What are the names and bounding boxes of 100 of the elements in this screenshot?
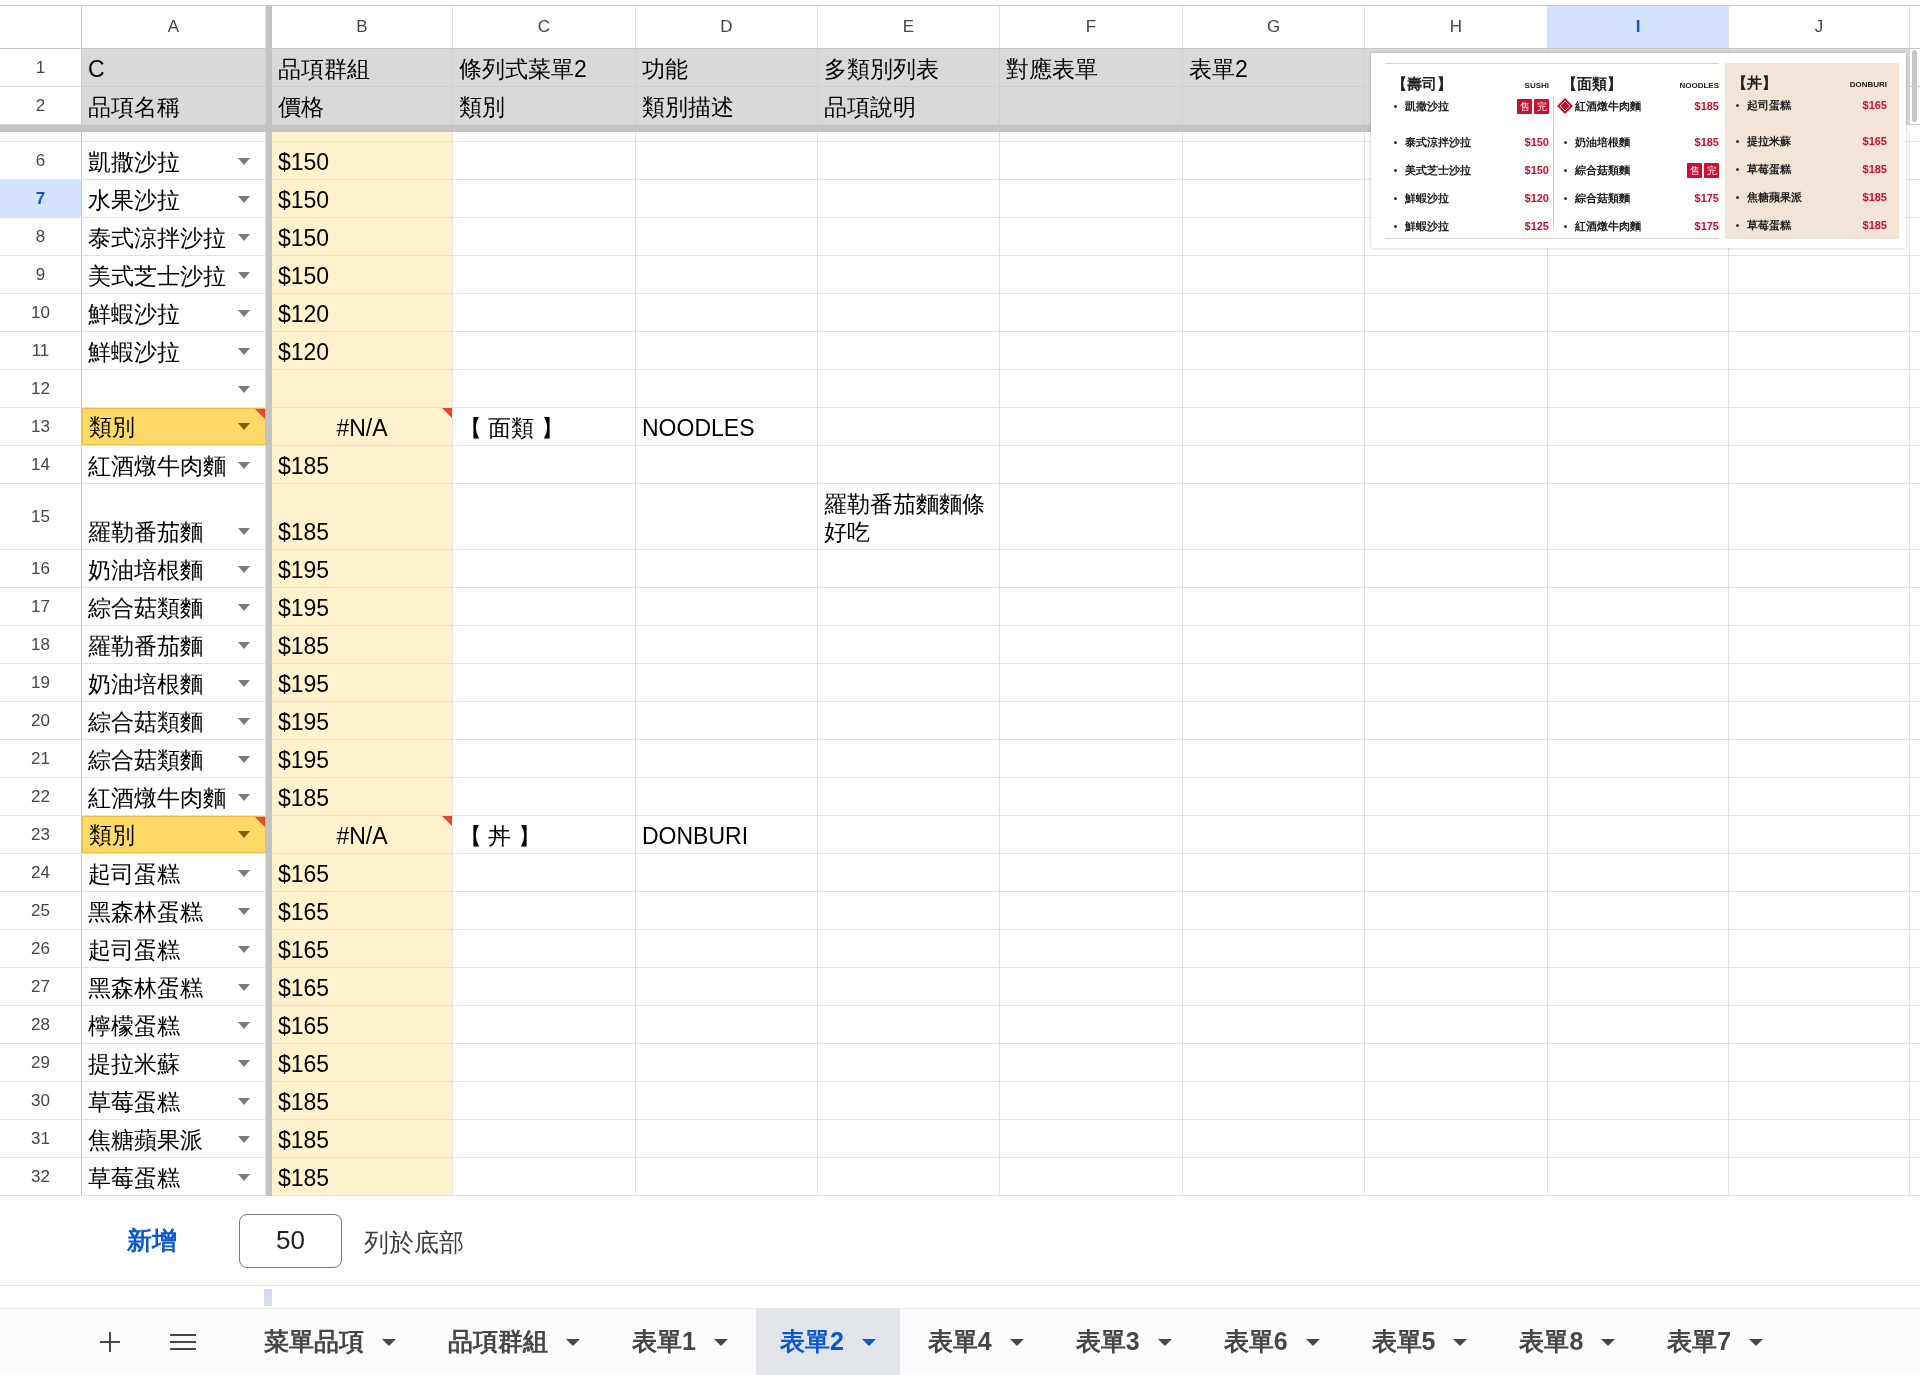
sheet-tab[interactable]: 表單2: [755, 1309, 900, 1375]
sheet-cell: $195: [272, 702, 453, 739]
row-count-field[interactable]: 50: [239, 1213, 342, 1268]
menu-item-price: $120: [1524, 190, 1549, 206]
scrollbar-thumb[interactable]: [1912, 50, 1917, 122]
sheet-cell: $165: [272, 1044, 453, 1081]
menu-item-price: $150: [1524, 162, 1549, 178]
menu-item-name: 鮮蝦沙拉: [1405, 190, 1449, 206]
sold-out-tag: 完: [1534, 98, 1549, 114]
sheet-cell: $165: [272, 892, 453, 929]
caret-icon: [1305, 1338, 1320, 1346]
section-title: 【壽司】: [1392, 73, 1452, 94]
cell-text: #N/A: [336, 414, 388, 442]
sheet-cell: $185: [272, 626, 453, 663]
bullet-icon: [1736, 223, 1739, 227]
sheet-cell: $195: [272, 740, 453, 777]
menu-item-name: 奶油培根麵: [1575, 134, 1630, 150]
caret-icon: [1749, 1338, 1764, 1346]
caret-icon: [238, 718, 250, 725]
sheet-tab[interactable]: 表單8: [1495, 1309, 1640, 1375]
menu-item-price: $185: [1862, 189, 1887, 205]
sheet-cell: $150: [272, 180, 453, 217]
sheet-tab[interactable]: 表單4: [903, 1309, 1048, 1375]
sheet-tab[interactable]: 表單5: [1347, 1309, 1492, 1375]
sheet-tab[interactable]: 表單7: [1643, 1309, 1788, 1375]
header-cell: 功能: [636, 49, 818, 86]
sheet-cell: $165: [272, 1006, 453, 1043]
header-cell: 表單2: [1183, 49, 1365, 86]
menu-item-name: 凱撒沙拉: [1405, 98, 1449, 114]
caret-icon: [238, 310, 250, 317]
caret-icon: [238, 272, 250, 279]
caret-icon: [238, 794, 250, 801]
sheet-cell: $165: [272, 968, 453, 1005]
caret-icon: [713, 1338, 728, 1346]
sheet-tab[interactable]: 品項群組: [424, 1309, 604, 1375]
caret-icon: [238, 1098, 250, 1105]
freeze-bar[interactable]: [272, 125, 1371, 132]
caret-icon: [238, 908, 250, 915]
sheet-tab[interactable]: 表單3: [1051, 1309, 1196, 1375]
caret-icon: [238, 1136, 250, 1143]
bullet-icon: [1736, 195, 1739, 199]
section-subtitle: NOODLES: [1679, 80, 1719, 92]
freeze-bar[interactable]: [0, 125, 266, 132]
header-cell: C: [82, 49, 266, 86]
sheet-tab[interactable]: 表單1: [608, 1309, 752, 1375]
column-header[interactable]: I: [1548, 6, 1729, 48]
menu-item-price: $165: [1862, 133, 1887, 149]
scrollbar-thumb[interactable]: [264, 1288, 272, 1306]
dropdown-cell[interactable]: 類別: [82, 408, 266, 445]
sheet-cell: $185: [272, 1082, 453, 1119]
caret-icon: [238, 1022, 250, 1029]
sheet-tab[interactable]: 表單6: [1199, 1309, 1344, 1375]
caret-icon: [238, 870, 250, 877]
bullet-icon: [1394, 104, 1397, 108]
caret-icon: [238, 528, 250, 535]
sheet-cell: $195: [272, 664, 453, 701]
caret-icon: [238, 234, 250, 241]
freeze-bar[interactable]: [266, 6, 272, 1196]
sheet-cell: $150: [272, 142, 453, 179]
bullet-icon: [1564, 168, 1567, 172]
caret-icon: [238, 946, 250, 953]
add-button[interactable]: 新增: [110, 1216, 194, 1265]
bullet-icon: [1736, 139, 1739, 143]
add-rows-label: 列於底部: [364, 1226, 464, 1258]
sheet-cell: DONBURI: [636, 816, 818, 853]
sheet-cell: $185: [272, 778, 453, 815]
caret-icon: [238, 1174, 250, 1181]
section-subtitle: DONBURI: [1849, 79, 1887, 91]
menu-icon[interactable]: [170, 1333, 196, 1351]
caret-icon: [238, 831, 250, 838]
caret-icon: [1453, 1338, 1468, 1346]
sheet-tab[interactable]: 菜單品項: [240, 1309, 420, 1375]
sheet-cell: 【 丼 】: [453, 816, 636, 853]
diamond-icon: [1557, 98, 1573, 114]
caret-icon: [238, 756, 250, 763]
menu-item-name: 草莓蛋糕: [1747, 161, 1791, 177]
caret-icon: [566, 1338, 580, 1346]
menu-item-price: $175: [1694, 190, 1719, 206]
caret-icon: [238, 386, 250, 393]
menu-item-name: 泰式涼拌沙拉: [1405, 134, 1471, 150]
caret-icon: [238, 680, 250, 687]
header-cell: 類別描述: [636, 87, 818, 124]
row-header[interactable]: 7: [0, 180, 82, 217]
menu-item-name: 美式芝士沙拉: [1405, 162, 1471, 178]
header-cell: 品項名稱: [82, 87, 266, 124]
sheet-cell: $150: [272, 218, 453, 255]
header-cell: 品項說明: [818, 87, 1000, 124]
menu-item-price: $185: [1694, 134, 1719, 150]
dropdown-cell[interactable]: 類別: [82, 816, 266, 853]
section-title: 【面類】: [1562, 73, 1622, 94]
caret-icon: [1157, 1338, 1172, 1346]
header-cell: 對應表單: [1000, 49, 1183, 86]
caret-icon: [238, 1060, 250, 1067]
sold-out-tag: 售: [1517, 98, 1532, 114]
plus-icon[interactable]: [100, 1332, 120, 1352]
sheet-cell: $165: [272, 930, 453, 967]
caret-icon: [382, 1338, 396, 1346]
caret-icon: [238, 462, 250, 469]
menu-item-price: $185: [1862, 161, 1887, 177]
sheet-cell: $120: [272, 294, 453, 331]
